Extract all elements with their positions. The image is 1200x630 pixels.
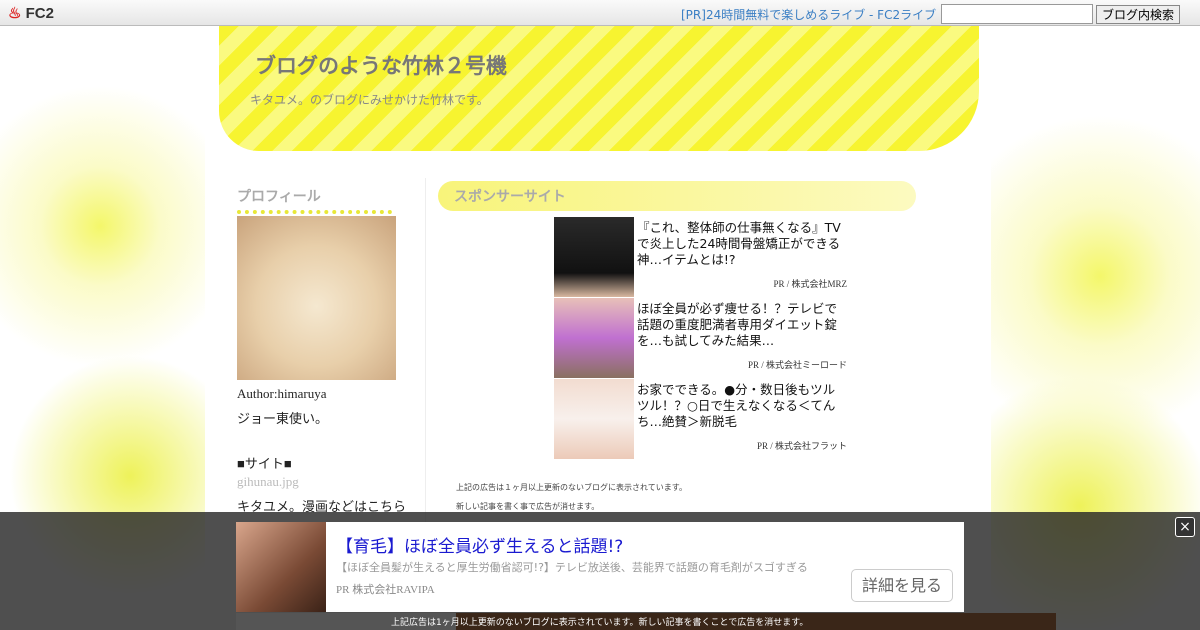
blog-search-input[interactable] bbox=[941, 4, 1093, 24]
ad-text[interactable]: ほぼ全員が必ず痩せる！？テレビで話題の重度肥満者専用ダイエット錠を…も試してみた… bbox=[637, 301, 847, 349]
overlay-ad-title[interactable]: 【育毛】ほぼ全員必ず生えると話題!? bbox=[336, 532, 623, 557]
avatar bbox=[237, 216, 396, 380]
blog-search-button[interactable]: ブログ内検索 bbox=[1096, 5, 1181, 24]
fc2-topbar: ♨ FC2 [PR]24時間無料で楽しめるライブ - FC2ライブ ブログ内検索 bbox=[0, 0, 1200, 26]
overlay-ad-footer: 上記広告は1ヶ月以上更新のないブログに表示されています。新しい記事を書くことで広… bbox=[236, 613, 1056, 630]
close-icon[interactable]: × bbox=[1175, 517, 1195, 537]
site-heading: ■サイト■ bbox=[237, 456, 292, 471]
ad-text[interactable]: 『これ、整体師の仕事無くなる』TVで炎上した24時間骨盤矯正ができる神…イテムと… bbox=[637, 220, 847, 268]
sponsor-ad[interactable]: 『これ、整体師の仕事無くなる』TVで炎上した24時間骨盤矯正ができる神…イテムと… bbox=[554, 217, 849, 298]
ad-pr: PR / 株式会社MRZ bbox=[773, 279, 847, 289]
ad-pr: PR / 株式会社ミーロード bbox=[747, 360, 847, 370]
pr-link[interactable]: [PR]24時間無料で楽しめるライブ - FC2ライブ bbox=[681, 6, 936, 23]
column-divider bbox=[425, 178, 426, 538]
sidebar: プロフィール Author:himaruya ジョー東使い。 ■サイト■ gih… bbox=[237, 186, 417, 515]
ad-note: 新しい記事を書く事で広告が消せます。 bbox=[456, 502, 600, 511]
bio: ジョー東使い。 bbox=[237, 411, 329, 426]
overlay-ad-subtitle: 【ほぼ全員髪が生えると厚生労働省認可!?】テレビ放送後、芸能界で話題の育毛剤がス… bbox=[336, 561, 808, 574]
logo-text: FC2 bbox=[25, 5, 54, 22]
overlay-ad-pr: PR 株式会社RAVIPA bbox=[336, 584, 435, 596]
sponsor-heading: スポンサーサイト bbox=[438, 181, 916, 211]
overlay-ad-image[interactable] bbox=[236, 522, 326, 612]
ad-pr: PR / 株式会社フラット bbox=[756, 441, 847, 451]
sponsor-ad[interactable]: お家でできる。●分・数日後もツルツル！？○日で生えなくなる＜てんち…絶賛＞新脱毛… bbox=[554, 379, 849, 460]
fc2-logo[interactable]: ♨ FC2 bbox=[8, 4, 54, 22]
ad-image[interactable] bbox=[554, 217, 634, 297]
site-image[interactable]: gihunau.jpg bbox=[237, 474, 417, 490]
ad-text[interactable]: お家でできる。●分・数日後もツルツル！？○日で生えなくなる＜てんち…絶賛＞新脱毛 bbox=[637, 382, 847, 430]
blog-header: ブログのような竹林２号機 キタユメ。のブログにみせかけた竹林です。 bbox=[219, 26, 979, 151]
blog-description: キタユメ。のブログにみせかけた竹林です。 bbox=[250, 93, 489, 107]
details-button[interactable]: 詳細を見る bbox=[851, 569, 953, 602]
ad-note: 上記の広告は１ヶ月以上更新のないブログに表示されています。 bbox=[456, 483, 687, 492]
main-column: スポンサーサイト 『これ、整体師の仕事無くなる』TVで炎上した24時間骨盤矯正が… bbox=[438, 181, 938, 511]
author: Author:himaruya bbox=[237, 386, 327, 401]
sponsor-ad[interactable]: ほぼ全員が必ず痩せる！？テレビで話題の重度肥満者専用ダイエット錠を…も試してみた… bbox=[554, 298, 849, 379]
profile-heading: プロフィール bbox=[237, 186, 392, 214]
overlay-ad[interactable]: 【育毛】ほぼ全員必ず生えると話題!? 【ほぼ全員髪が生えると厚生労働省認可!?】… bbox=[236, 522, 964, 612]
blog-title[interactable]: ブログのような竹林２号機 bbox=[255, 50, 507, 80]
ad-image[interactable] bbox=[554, 379, 634, 459]
ad-image[interactable] bbox=[554, 298, 634, 378]
